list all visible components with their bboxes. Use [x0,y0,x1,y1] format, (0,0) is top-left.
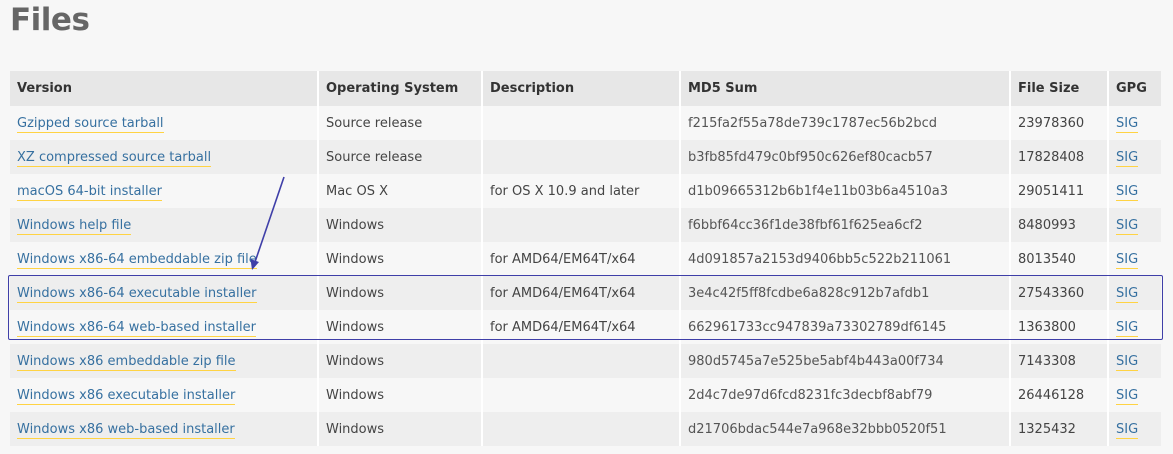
md5-cell: d21706bdac544e7a968e32bbb0520f51 [681,412,1011,446]
header-file-size[interactable]: File Size [1011,71,1109,106]
description-cell [483,412,681,446]
os-cell: Windows [319,242,483,276]
gpg-cell: SIG [1109,310,1161,344]
file-size-cell: 29051411 [1011,174,1109,208]
description-cell [483,378,681,412]
gpg-cell: SIG [1109,276,1161,310]
file-size-cell: 1363800 [1011,310,1109,344]
version-download-link[interactable]: Gzipped source tarball [17,115,164,133]
version-cell: Windows x86 embeddable zip file [10,344,319,378]
version-download-link[interactable]: Windows x86-64 web-based installer [17,319,256,337]
gpg-sig-link[interactable]: SIG [1116,421,1139,439]
os-cell: Source release [319,106,483,140]
gpg-cell: SIG [1109,140,1161,174]
gpg-cell: SIG [1109,208,1161,242]
version-cell: Windows x86-64 web-based installer [10,310,319,344]
description-cell [483,106,681,140]
gpg-sig-link[interactable]: SIG [1116,387,1139,405]
md5-cell: 3e4c42f5ff8fcdbe6a828c912b7afdb1 [681,276,1011,310]
version-download-link[interactable]: Windows help file [17,217,132,235]
table-row: XZ compressed source tarball Source relea… [10,140,1161,174]
version-download-link[interactable]: Windows x86 executable installer [17,387,236,405]
table-row: Windows x86-64 executable installer Windo… [10,276,1161,310]
version-cell: macOS 64-bit installer [10,174,319,208]
gpg-sig-link[interactable]: SIG [1116,353,1139,371]
table-row: Windows x86-64 web-based installer Window… [10,310,1161,344]
description-cell [483,208,681,242]
page-title: Files [10,2,90,38]
md5-cell: 4d091857a2153d9406bb5c522b211061 [681,242,1011,276]
os-cell: Windows [319,208,483,242]
version-download-link[interactable]: Windows x86-64 embeddable zip file [17,251,257,269]
gpg-cell: SIG [1109,242,1161,276]
md5-cell: f6bbf64cc36f1de38fbf61f625ea6cf2 [681,208,1011,242]
os-cell: Source release [319,140,483,174]
gpg-cell: SIG [1109,412,1161,446]
file-size-cell: 8480993 [1011,208,1109,242]
table-row: Windows x86-64 embeddable zip file Window… [10,242,1161,276]
file-size-cell: 17828408 [1011,140,1109,174]
table-row: Windows help file Windows f6bbf64cc36f1de3… [10,208,1161,242]
gpg-cell: SIG [1109,174,1161,208]
version-download-link[interactable]: XZ compressed source tarball [17,149,212,167]
files-table: Version Operating System Description MD5… [10,71,1161,446]
file-size-cell: 23978360 [1011,106,1109,140]
description-cell [483,140,681,174]
gpg-sig-link[interactable]: SIG [1116,183,1139,201]
file-size-cell: 1325432 [1011,412,1109,446]
file-size-cell: 8013540 [1011,242,1109,276]
version-cell: Windows x86 executable installer [10,378,319,412]
md5-cell: 2d4c7de97d6fcd8231fc3decbf8abf79 [681,378,1011,412]
header-description[interactable]: Description [483,71,681,106]
version-cell: Windows x86-64 executable installer [10,276,319,310]
os-cell: Mac OS X [319,174,483,208]
gpg-sig-link[interactable]: SIG [1116,285,1139,303]
os-cell: Windows [319,310,483,344]
gpg-sig-link[interactable]: SIG [1116,217,1139,235]
os-cell: Windows [319,378,483,412]
os-cell: Windows [319,276,483,310]
md5-cell: 980d5745a7e525be5abf4b443a00f734 [681,344,1011,378]
gpg-cell: SIG [1109,378,1161,412]
gpg-cell: SIG [1109,106,1161,140]
gpg-sig-link[interactable]: SIG [1116,319,1139,337]
version-cell: Windows x86-64 embeddable zip file [10,242,319,276]
description-cell: for AMD64/EM64T/x64 [483,276,681,310]
version-download-link[interactable]: Windows x86 web-based installer [17,421,235,439]
file-size-cell: 26446128 [1011,378,1109,412]
table-row: macOS 64-bit installer Mac OS Xfor OS X 1… [10,174,1161,208]
header-md5-sum[interactable]: MD5 Sum [681,71,1011,106]
os-cell: Windows [319,412,483,446]
version-download-link[interactable]: Windows x86 embeddable zip file [17,353,236,371]
md5-cell: b3fb85fd479c0bf950c626ef80cacb57 [681,140,1011,174]
version-cell: XZ compressed source tarball [10,140,319,174]
version-cell: Windows help file [10,208,319,242]
description-cell [483,344,681,378]
version-cell: Gzipped source tarball [10,106,319,140]
description-cell: for OS X 10.9 and later [483,174,681,208]
gpg-sig-link[interactable]: SIG [1116,115,1139,133]
gpg-cell: SIG [1109,344,1161,378]
md5-cell: d1b09665312b6b1f4e11b03b6a4510a3 [681,174,1011,208]
table-header-row: Version Operating System Description MD5… [10,71,1161,106]
os-cell: Windows [319,344,483,378]
file-size-cell: 7143308 [1011,344,1109,378]
table-row: Windows x86 web-based installer Windows d2… [10,412,1161,446]
table-row: Windows x86 executable installer Windows 2… [10,378,1161,412]
table-row: Windows x86 embeddable zip file Windows 98… [10,344,1161,378]
header-gpg[interactable]: GPG [1109,71,1161,106]
file-size-cell: 27543360 [1011,276,1109,310]
header-version[interactable]: Version [10,71,319,106]
description-cell: for AMD64/EM64T/x64 [483,242,681,276]
gpg-sig-link[interactable]: SIG [1116,251,1139,269]
version-download-link[interactable]: macOS 64-bit installer [17,183,162,201]
description-cell: for AMD64/EM64T/x64 [483,310,681,344]
md5-cell: 662961733cc947839a73302789df6145 [681,310,1011,344]
md5-cell: f215fa2f55a78de739c1787ec56b2bcd [681,106,1011,140]
gpg-sig-link[interactable]: SIG [1116,149,1139,167]
header-operating-system[interactable]: Operating System [319,71,483,106]
version-cell: Windows x86 web-based installer [10,412,319,446]
table-row: Gzipped source tarball Source release f215… [10,106,1161,140]
version-download-link[interactable]: Windows x86-64 executable installer [17,285,257,303]
